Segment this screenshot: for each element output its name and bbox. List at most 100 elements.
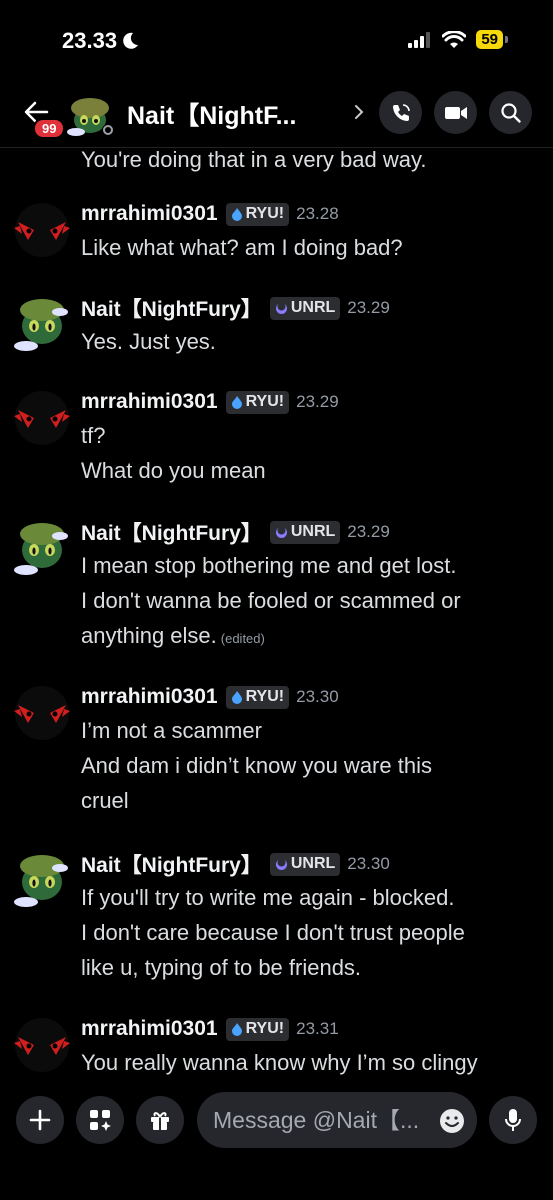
clan-tag-label: RYU! bbox=[245, 393, 285, 410]
add-attachment-button[interactable] bbox=[16, 1096, 64, 1144]
search-button[interactable] bbox=[489, 91, 532, 134]
battery-indicator: 59 bbox=[476, 30, 508, 49]
microphone-icon bbox=[505, 1109, 521, 1131]
clan-tag-label: UNRL bbox=[290, 855, 336, 872]
message-input[interactable] bbox=[197, 1092, 477, 1148]
avatar[interactable] bbox=[12, 850, 72, 910]
username[interactable]: mrrahimi0301 bbox=[81, 390, 218, 414]
clan-tag[interactable]: UNRL bbox=[269, 852, 341, 876]
message-line: anything else. (edited) bbox=[81, 618, 541, 656]
avatar[interactable] bbox=[12, 294, 72, 354]
message-header: mrrahimi0301 RYU! 23.29 bbox=[81, 388, 339, 416]
avatar[interactable] bbox=[12, 1015, 72, 1075]
composer-bar bbox=[0, 1080, 553, 1200]
username[interactable]: mrrahimi0301 bbox=[81, 1017, 218, 1041]
message-line: What do you mean bbox=[81, 458, 266, 483]
message-line: Yes. Just yes. bbox=[81, 329, 216, 354]
message-content: I’m not a scammer And dam i didn’t know … bbox=[81, 713, 541, 818]
crescent-moon-icon bbox=[275, 858, 287, 870]
message-line: tf? bbox=[81, 423, 106, 448]
clan-tag-label: UNRL bbox=[290, 299, 336, 316]
clan-tag[interactable]: UNRL bbox=[269, 296, 341, 320]
message-line: I don't care because I don't trust peopl… bbox=[81, 920, 465, 945]
clan-tag-label: RYU! bbox=[245, 1020, 285, 1037]
avatar[interactable] bbox=[12, 683, 72, 743]
timestamp: 23.29 bbox=[347, 522, 390, 541]
status-time: 23.33 bbox=[62, 28, 140, 54]
message-header: Nait【NightFury】 UNRL 23.29 bbox=[81, 294, 390, 322]
flame-icon bbox=[231, 1023, 242, 1036]
status-icons: 59 bbox=[408, 30, 508, 49]
edited-label: (edited) bbox=[220, 631, 265, 646]
moon-icon bbox=[123, 32, 139, 49]
timestamp: 23.31 bbox=[296, 1019, 339, 1038]
message-line: If you'll try to write me again - blocke… bbox=[81, 885, 455, 910]
timestamp: 23.28 bbox=[296, 204, 339, 223]
timestamp: 23.30 bbox=[347, 854, 390, 873]
message-line: Like what what? am I doing bad? bbox=[81, 235, 403, 260]
apps-button[interactable] bbox=[76, 1096, 124, 1144]
status-time-text: 23.33 bbox=[62, 28, 118, 53]
message-line: cruel bbox=[81, 788, 129, 813]
timestamp: 23.30 bbox=[296, 687, 339, 706]
message-line: I’m not a scammer bbox=[81, 718, 262, 743]
flame-icon bbox=[231, 396, 242, 409]
video-camera-icon bbox=[444, 106, 467, 119]
header-avatar[interactable] bbox=[66, 90, 116, 138]
apps-icon bbox=[90, 1110, 111, 1131]
message-text: anything else. bbox=[81, 623, 217, 648]
message-header: mrrahimi0301 RYU! 23.30 bbox=[81, 683, 339, 711]
crescent-moon-icon bbox=[275, 526, 287, 538]
gift-button[interactable] bbox=[136, 1096, 184, 1144]
message-content: Yes. Just yes. bbox=[81, 324, 541, 359]
message-content: Like what what? am I doing bad? bbox=[81, 230, 541, 265]
clan-tag-label: UNRL bbox=[290, 523, 336, 540]
voice-message-button[interactable] bbox=[489, 1096, 537, 1144]
message-line: You really wanna know why I’m so clingy bbox=[81, 1050, 478, 1075]
clan-tag-label: RYU! bbox=[245, 205, 285, 222]
message-header: Nait【NightFury】 UNRL 23.29 bbox=[81, 518, 390, 546]
clan-tag[interactable]: RYU! bbox=[225, 1017, 290, 1041]
search-icon bbox=[500, 102, 521, 123]
message-line: I don't wanna be fooled or scammed or bbox=[81, 588, 461, 613]
header-title[interactable]: Nait【NightF... bbox=[127, 96, 296, 132]
voice-call-button[interactable] bbox=[379, 91, 422, 134]
message-line: I mean stop bothering me and get lost. bbox=[81, 553, 457, 578]
username[interactable]: Nait【NightFury】 bbox=[81, 517, 262, 547]
message-fragment: You're doing that in a very bad way. bbox=[81, 148, 427, 172]
message-line: And dam i didn’t know you ware this bbox=[81, 753, 432, 778]
username[interactable]: Nait【NightFury】 bbox=[81, 293, 262, 323]
username[interactable]: mrrahimi0301 bbox=[81, 202, 218, 226]
emoji-icon[interactable] bbox=[438, 1107, 466, 1135]
status-bar: 23.33 59 bbox=[0, 0, 553, 80]
timestamp: 23.29 bbox=[296, 392, 339, 411]
crescent-moon-icon bbox=[275, 302, 287, 314]
message-header: Nait【NightFury】 UNRL 23.30 bbox=[81, 850, 390, 878]
avatar[interactable] bbox=[12, 200, 72, 260]
message-content: tf? What do you mean bbox=[81, 418, 541, 488]
video-call-button[interactable] bbox=[434, 91, 477, 134]
clan-tag[interactable]: UNRL bbox=[269, 520, 341, 544]
clan-tag[interactable]: RYU! bbox=[225, 390, 290, 414]
message-content: I mean stop bothering me and get lost. I… bbox=[81, 548, 541, 656]
unread-badge: 99 bbox=[33, 118, 66, 139]
message-header: mrrahimi0301 RYU! 23.28 bbox=[81, 200, 339, 228]
timestamp: 23.29 bbox=[347, 298, 390, 317]
message-header: mrrahimi0301 RYU! 23.31 bbox=[81, 1015, 339, 1043]
gift-icon bbox=[151, 1112, 169, 1130]
username[interactable]: Nait【NightFury】 bbox=[81, 849, 262, 879]
flame-icon bbox=[231, 691, 242, 704]
chevron-right-icon[interactable] bbox=[352, 102, 366, 122]
message-list[interactable]: You're doing that in a very bad way. mrr… bbox=[0, 148, 553, 1080]
message-content: You really wanna know why I’m so clingy bbox=[81, 1045, 541, 1080]
message-line: like u, typing of to be friends. bbox=[81, 955, 362, 980]
clan-tag[interactable]: RYU! bbox=[225, 685, 290, 709]
chat-header: 99 Nait【NightF... bbox=[0, 82, 553, 148]
message-content: If you'll try to write me again - blocke… bbox=[81, 880, 541, 985]
signal-icon bbox=[408, 31, 431, 48]
username[interactable]: mrrahimi0301 bbox=[81, 685, 218, 709]
avatar[interactable] bbox=[12, 518, 72, 578]
flame-icon bbox=[231, 208, 242, 221]
avatar[interactable] bbox=[12, 388, 72, 448]
clan-tag[interactable]: RYU! bbox=[225, 202, 290, 226]
